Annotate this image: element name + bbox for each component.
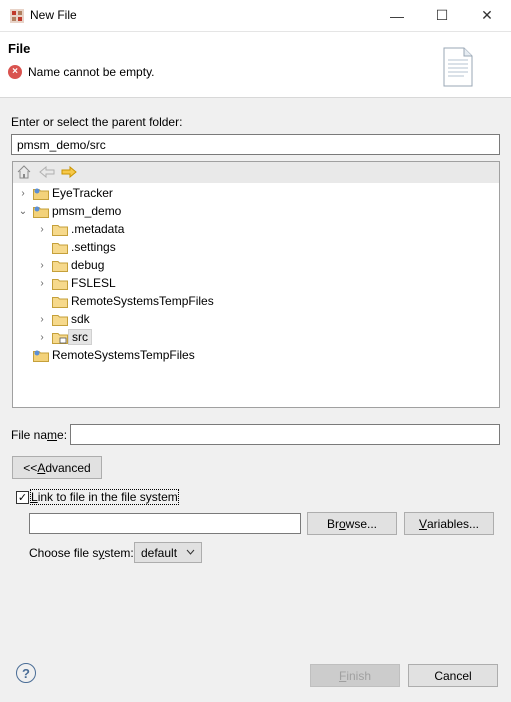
tree-item-label: debug [71, 258, 105, 272]
tree-item[interactable]: › FSLESL [36, 274, 116, 292]
advanced-button[interactable]: << Advanced [12, 456, 102, 479]
tree-item[interactable]: RemoteSystemsTempFiles [17, 346, 195, 364]
cancel-button[interactable]: Cancel [408, 664, 498, 687]
file-system-select[interactable]: default [134, 542, 202, 563]
folder-icon [52, 259, 68, 272]
parent-folder-label: Enter or select the parent folder: [11, 115, 183, 129]
expand-icon[interactable]: › [36, 224, 48, 235]
window-title: New File [30, 8, 77, 22]
expand-icon[interactable]: › [36, 314, 48, 325]
file-name-input[interactable] [70, 424, 500, 445]
tree-item[interactable]: › debug [36, 256, 104, 274]
file-name-label: File name: [11, 428, 68, 442]
expand-icon[interactable]: › [36, 278, 48, 289]
folder-icon [52, 241, 68, 254]
expand-icon[interactable]: › [36, 260, 48, 271]
tree-toolbar [13, 162, 499, 183]
finish-button[interactable]: Finish [310, 664, 400, 687]
parent-folder-input[interactable]: pmsm_demo/src [11, 134, 500, 155]
folder-icon [52, 295, 68, 308]
project-folder-icon [33, 205, 49, 218]
collapse-icon[interactable]: ⌄ [17, 206, 29, 217]
app-icon [9, 8, 25, 24]
error-icon: × [8, 65, 22, 79]
tree-item-label: FSLESL [71, 276, 116, 290]
tree-item-label: RemoteSystemsTempFiles [52, 348, 195, 362]
error-message: Name cannot be empty. [28, 65, 155, 79]
tree-item[interactable]: ⌄ pmsm_demo [17, 202, 121, 220]
folder-icon [52, 313, 68, 326]
source-folder-icon [52, 331, 68, 344]
help-icon[interactable]: ? [16, 663, 36, 683]
folder-icon [52, 223, 68, 236]
maximize-button[interactable]: ☐ [419, 0, 465, 31]
tree-item-label: RemoteSystemsTempFiles [71, 294, 214, 308]
file-system-label: Choose file system: [29, 546, 134, 560]
variables-button[interactable]: Variables... [404, 512, 494, 535]
project-folder-icon [33, 187, 49, 200]
forward-icon[interactable] [61, 165, 77, 181]
expand-icon[interactable]: › [17, 188, 29, 199]
tree-item[interactable]: .settings [36, 238, 116, 256]
tree-item[interactable]: › sdk [36, 310, 90, 328]
folder-icon [52, 277, 68, 290]
link-location-input[interactable] [29, 513, 301, 534]
browse-button[interactable]: Br o wse... [307, 512, 397, 535]
close-button[interactable]: ✕ [464, 0, 510, 31]
tree-item[interactable]: › src [36, 328, 92, 346]
back-icon[interactable] [39, 165, 55, 181]
home-icon[interactable] [17, 165, 31, 182]
link-checkbox[interactable]: ✓ [16, 491, 29, 504]
tree-item-label: .metadata [71, 222, 125, 236]
tree-item-label: src [68, 329, 92, 345]
expand-icon[interactable]: › [36, 332, 48, 343]
tree-item[interactable]: › EyeTracker [17, 184, 113, 202]
project-folder-icon [33, 349, 49, 362]
page-title: File [8, 41, 31, 56]
link-checkbox-label[interactable]: Link to file in the file system [30, 489, 179, 505]
tree-item-label: .settings [71, 240, 116, 254]
new-file-page-icon [442, 46, 473, 87]
tree-item-label: sdk [71, 312, 90, 326]
tree-item[interactable]: RemoteSystemsTempFiles [36, 292, 214, 310]
tree-item-label: pmsm_demo [52, 204, 122, 218]
minimize-button[interactable]: — [374, 0, 420, 31]
tree-item-label: EyeTracker [52, 186, 113, 200]
tree-item[interactable]: › .metadata [36, 220, 124, 238]
chevron-down-icon [186, 546, 195, 561]
